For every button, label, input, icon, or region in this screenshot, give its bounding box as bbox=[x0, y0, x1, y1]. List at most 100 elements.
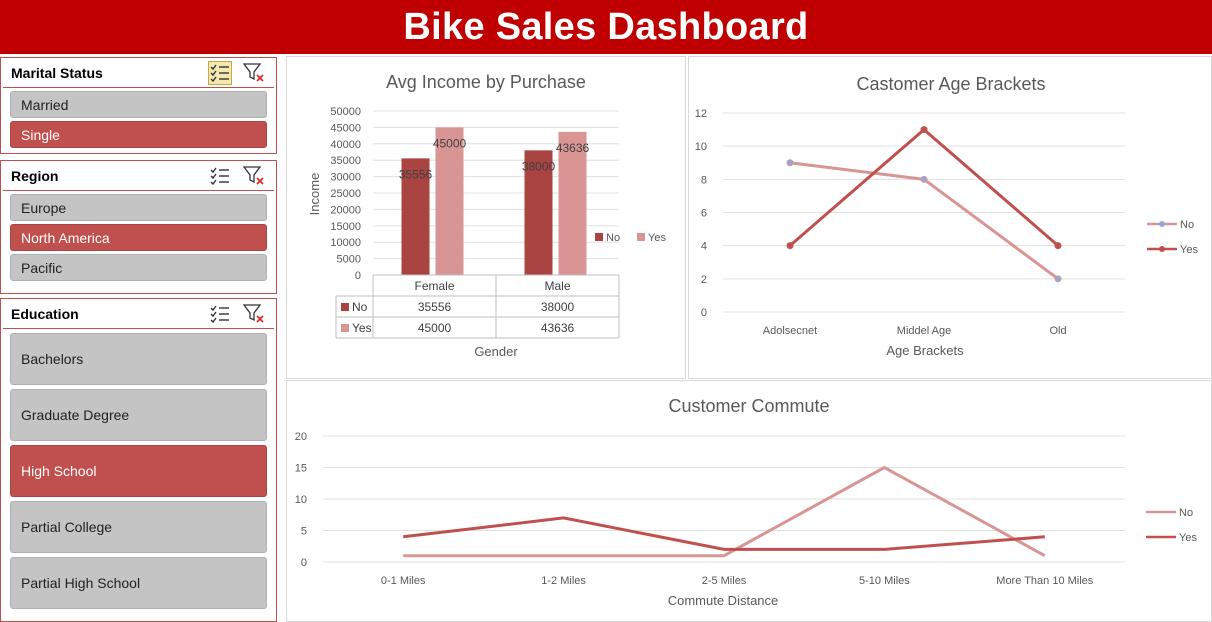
y-tick-label: 5 bbox=[301, 526, 307, 538]
slicer-item-high-school[interactable]: High School bbox=[10, 445, 267, 497]
slicer-item-partial-high-school[interactable]: Partial High School bbox=[10, 557, 267, 609]
legend-label-no: No bbox=[606, 232, 620, 244]
chart-title: Customer Commute bbox=[668, 396, 829, 416]
dashboard-title-bar: Bike Sales Dashboard bbox=[0, 0, 1212, 54]
y-tick-label: 30000 bbox=[330, 172, 361, 184]
slicer-title: Marital Status bbox=[11, 64, 103, 81]
table-series-label: No bbox=[352, 300, 368, 314]
y-tick-label: 8 bbox=[701, 174, 707, 186]
chart-legend: No Yes bbox=[1147, 219, 1198, 256]
y-tick-label: 25000 bbox=[330, 188, 361, 200]
clear-filter-icon[interactable] bbox=[242, 164, 266, 188]
multi-select-icon[interactable] bbox=[208, 60, 232, 85]
y-tick-label: 15 bbox=[295, 463, 307, 475]
x-tick-label: Old bbox=[1049, 325, 1066, 337]
data-label: 45000 bbox=[433, 136, 467, 150]
chart-commute: Customer Commute Commute Distance 0 5 10 15… bbox=[295, 396, 1198, 608]
slicer-item-pacific[interactable]: Pacific bbox=[10, 254, 267, 281]
y-tick-label: 10 bbox=[295, 494, 307, 506]
slicer-item-label: North America bbox=[21, 229, 110, 246]
point-yes bbox=[786, 242, 794, 250]
multi-select-icon[interactable] bbox=[208, 164, 232, 188]
y-tick-label: 0 bbox=[301, 557, 307, 569]
table-swatch bbox=[341, 324, 349, 332]
table-header: Male bbox=[544, 279, 570, 293]
slicer-item-europe[interactable]: Europe bbox=[10, 194, 267, 221]
series-line-yes bbox=[403, 516, 1045, 551]
x-tick-label: Adolsecnet bbox=[763, 325, 817, 337]
x-tick-label: 1-2 Miles bbox=[541, 575, 586, 587]
slicer-item-single[interactable]: Single bbox=[10, 121, 267, 148]
chart-panel-avg-income: Avg Income by Purchase Income Gender 0 50… bbox=[286, 56, 686, 379]
y-tick-label: 20 bbox=[295, 431, 307, 443]
slicer-item-graduate-degree[interactable]: Graduate Degree bbox=[10, 389, 267, 441]
slicer-item-label: Married bbox=[21, 96, 69, 113]
legend-label-yes: Yes bbox=[1180, 244, 1198, 256]
legend-swatch-no bbox=[595, 233, 603, 241]
series-line-no bbox=[403, 465, 1046, 558]
point-no bbox=[786, 159, 794, 167]
y-tick-label: 45000 bbox=[330, 122, 361, 134]
slicer-region: Region Europe North America Pacific bbox=[0, 160, 277, 294]
table-swatch bbox=[341, 303, 349, 311]
slicer-item-label: High School bbox=[21, 463, 97, 479]
legend-marker-no bbox=[1159, 221, 1165, 227]
y-tick-label: 6 bbox=[701, 208, 707, 220]
x-tick-label: 5-10 Miles bbox=[859, 575, 910, 587]
slicer-item-label: Graduate Degree bbox=[21, 407, 130, 423]
slicer-education: Education Bachelors Graduate Degree High… bbox=[0, 298, 277, 622]
legend-label-no: No bbox=[1180, 219, 1194, 231]
table-cell: 38000 bbox=[541, 300, 575, 314]
y-tick-label: 10 bbox=[695, 141, 707, 153]
slicer-item-partial-college[interactable]: Partial College bbox=[10, 501, 267, 553]
x-tick-label: 2-5 Miles bbox=[702, 575, 747, 587]
chart-legend: No Yes bbox=[1146, 507, 1197, 544]
chart-panel-commute: Customer Commute Commute Distance 0 5 10 15… bbox=[286, 380, 1212, 622]
table-series-label: Yes bbox=[352, 321, 372, 335]
y-tick-label: 2 bbox=[701, 274, 707, 286]
slicer-title: Education bbox=[11, 305, 79, 322]
slicer-item-married[interactable]: Married bbox=[10, 91, 267, 118]
y-tick-label: 0 bbox=[701, 307, 707, 319]
dashboard-title: Bike Sales Dashboard bbox=[403, 5, 809, 48]
y-tick-label: 0 bbox=[355, 270, 361, 282]
slicer-item-label: Pacific bbox=[21, 259, 63, 276]
y-tick-label: 12 bbox=[695, 108, 707, 120]
chart-title: Castomer Age Brackets bbox=[856, 74, 1045, 94]
table-cell: 35556 bbox=[418, 300, 452, 314]
point-yes bbox=[920, 126, 928, 134]
x-tick-label: 0-1 Miles bbox=[381, 575, 426, 587]
data-label: 35556 bbox=[399, 167, 433, 181]
series-line-yes bbox=[789, 127, 1059, 247]
clear-filter-icon[interactable] bbox=[242, 61, 266, 85]
slicer-item-bachelors[interactable]: Bachelors bbox=[10, 333, 267, 385]
x-tick-label: More Than 10 Miles bbox=[996, 575, 1094, 587]
slicer-marital-status: Marital Status Married Single bbox=[0, 57, 277, 154]
multi-select-icon[interactable] bbox=[208, 302, 232, 326]
legend-label-yes: Yes bbox=[648, 232, 666, 244]
clear-filter-icon[interactable] bbox=[242, 302, 266, 326]
slicer-title: Region bbox=[11, 167, 59, 184]
slicer-item-label: Bachelors bbox=[21, 351, 84, 367]
chart-age-brackets: Castomer Age Brackets Age Brackets 0 2 4 6 8… bbox=[695, 74, 1199, 358]
point-no bbox=[920, 175, 928, 183]
slicer-item-north-america[interactable]: North America bbox=[10, 224, 267, 251]
y-tick-label: 40000 bbox=[330, 139, 361, 151]
legend-label-no: No bbox=[1179, 507, 1193, 519]
y-tick-label: 50000 bbox=[330, 106, 361, 118]
legend-swatch-yes bbox=[637, 233, 645, 241]
slicer-header: Region bbox=[3, 161, 274, 191]
chart-avg-income: Avg Income by Purchase Income Gender 0 50… bbox=[307, 72, 666, 359]
chart-title: Avg Income by Purchase bbox=[386, 72, 586, 92]
y-tick-label: 15000 bbox=[330, 221, 361, 233]
chart-panel-age-brackets: Castomer Age Brackets Age Brackets 0 2 4 6 8… bbox=[688, 56, 1212, 379]
x-axis-label: Age Brackets bbox=[886, 343, 964, 358]
table-cell: 43636 bbox=[541, 321, 575, 335]
y-tick-label: 4 bbox=[701, 241, 707, 253]
y-tick-label: 35000 bbox=[330, 155, 361, 167]
legend-label-yes: Yes bbox=[1179, 532, 1197, 544]
chart-legend: No Yes bbox=[595, 232, 666, 244]
y-axis-label: Income bbox=[307, 173, 322, 216]
slicer-item-label: Single bbox=[21, 126, 60, 143]
x-axis-label: Gender bbox=[474, 344, 518, 359]
